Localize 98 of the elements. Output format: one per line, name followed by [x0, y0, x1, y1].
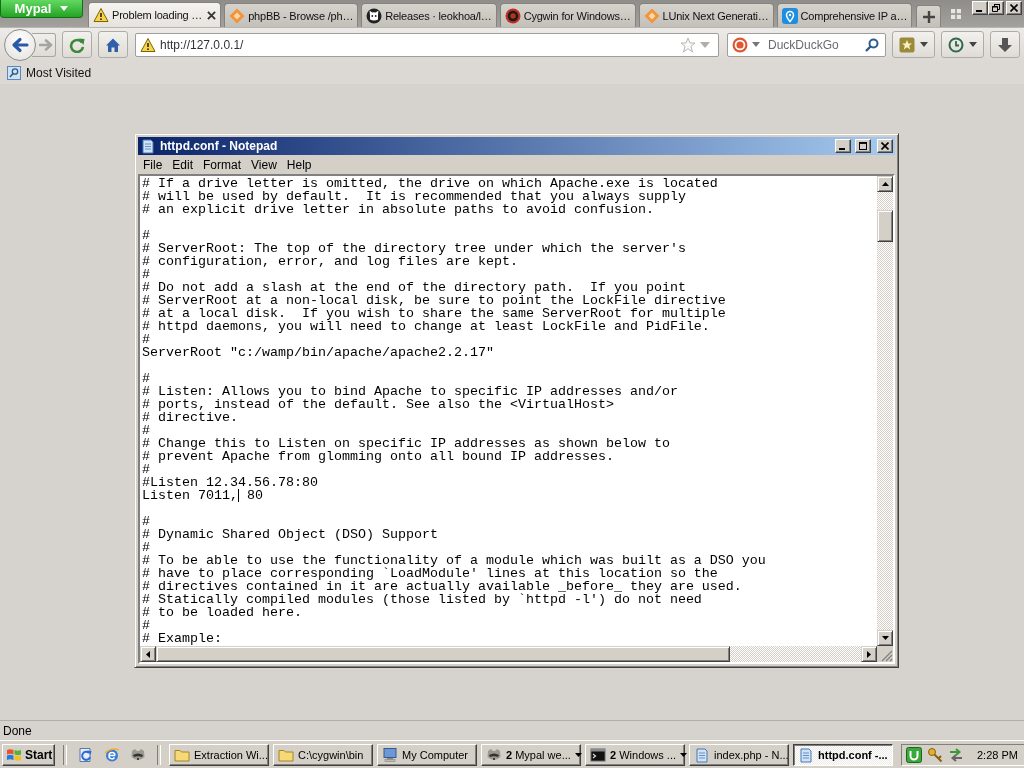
- ring-icon[interactable]: [732, 36, 748, 53]
- diamond-icon: [643, 7, 660, 24]
- triangle-right-icon: [867, 650, 871, 658]
- arrow-left-icon: [11, 36, 29, 53]
- new-tab-button[interactable]: [916, 5, 942, 27]
- search-bar[interactable]: DuckDuckGo: [727, 32, 886, 57]
- browser-tab[interactable]: Cygwin for Windows…: [499, 3, 636, 27]
- address-bar[interactable]: http://127.0.0.1/: [135, 32, 719, 57]
- browser-tab[interactable]: Releases · leokhoa/l…: [361, 3, 497, 27]
- arrow-down-icon: [997, 36, 1013, 53]
- notepad-icon: [140, 138, 156, 154]
- taskbar-button[interactable]: httpd.conf -...: [793, 743, 893, 766]
- caret-icon: [60, 6, 69, 11]
- arrow-right-icon: [38, 37, 53, 52]
- clock-icon: [948, 36, 964, 53]
- globe-icon[interactable]: [104, 746, 120, 763]
- notepad-icon: [694, 746, 710, 763]
- animal-face-icon[interactable]: [130, 746, 146, 763]
- address-field[interactable]: http://127.0.0.1/: [160, 37, 676, 52]
- maximize-icon: [859, 142, 867, 150]
- warning-icon: [140, 36, 156, 53]
- close-icon: [1010, 4, 1018, 12]
- caret-icon: [920, 42, 928, 47]
- restore-button[interactable]: [988, 1, 1004, 15]
- page-refresh-icon[interactable]: [78, 746, 94, 763]
- ring-icon: [504, 7, 521, 24]
- computer-icon: [382, 746, 398, 763]
- editor-text: Listen 7011,: [142, 489, 238, 502]
- menu-item[interactable]: Edit: [167, 157, 199, 172]
- clock-time: 2:28 PM: [977, 748, 1018, 761]
- menu-item[interactable]: View: [246, 157, 282, 172]
- arrows-icon[interactable]: [948, 746, 964, 763]
- scroll-up-button[interactable]: [877, 176, 893, 192]
- editor-text: # If a drive letter is omitted, the drive on which Apache.exe is located # will be used by default. It is recommended that you always supply # an explicit drive letter in absolute paths to avoid confusion. # # ServerRoot: The top of the directory tree under which the server's # configuration, error, and log files are kept. # # Do not add a slash at the end of the directory path. If you point # ServerRoot at a non-local disk, be sure to point the LockFile directive # at a local disk. If you wish to share the same ServerRoot for multiple # httpd daemons, you will need to change at least LockFile and PidFile. # ServerRoot "c:/wamp/bin/apache/apache2.2.17" # # Listen: Allows you to bind Apache to specific IP addresses and/or # ports, instead of the default. See also the <VirtualHost> # directive. # # Change this to Listen on specific IP addresses as shown below to # prevent Apache from glomming onto all bound IP addresses. # #Listen 12.34.56.78:80: [142, 177, 727, 489]
- menu-item[interactable]: File: [138, 157, 168, 172]
- taskbar-button[interactable]: My Computer: [377, 743, 477, 766]
- menu-item[interactable]: Format: [198, 157, 247, 172]
- text-caret-icon: [238, 489, 239, 502]
- console-icon: [590, 746, 606, 763]
- star-tile-icon: [899, 36, 915, 53]
- home-button[interactable]: [98, 31, 128, 58]
- bookmark-item[interactable]: Most Visited: [4, 64, 95, 81]
- taskbar-button[interactable]: Extraction Wi...: [169, 743, 269, 766]
- minimize-button[interactable]: [835, 139, 851, 153]
- notepad-icon: [798, 746, 814, 763]
- caret-icon[interactable]: [752, 42, 760, 47]
- cat-head-icon: [366, 7, 383, 24]
- scroll-down-button[interactable]: [877, 630, 893, 646]
- taskbar-button[interactable]: 2 Mypal we...: [481, 743, 581, 766]
- diamond-icon: [229, 7, 246, 24]
- status-text: Done: [3, 723, 32, 738]
- taskbar-button[interactable]: C:\cygwin\bin: [273, 743, 373, 766]
- horseshoe-tile-icon[interactable]: [906, 746, 922, 763]
- scroll-left-button[interactable]: [140, 646, 156, 662]
- taskbar-button[interactable]: 2 Windows ...: [585, 743, 685, 766]
- scrollbar-thumb[interactable]: [156, 646, 730, 662]
- map-pin-icon: [781, 7, 798, 24]
- caret-icon: [969, 42, 977, 47]
- bookmarks-button[interactable]: [892, 31, 935, 58]
- window-title: httpd.conf - Notepad: [160, 139, 278, 153]
- back-button[interactable]: [4, 28, 36, 61]
- close-icon: [881, 142, 889, 150]
- restore-icon: [992, 4, 1000, 12]
- key-icon[interactable]: [927, 746, 943, 763]
- reload-button[interactable]: [62, 31, 92, 58]
- start-button[interactable]: Start: [2, 743, 55, 766]
- animal-face-icon: [486, 746, 502, 763]
- flag-icon: [6, 746, 22, 763]
- browser-tab[interactable]: Comprehensive IP a…: [776, 3, 913, 27]
- menu-item[interactable]: Help: [281, 157, 317, 172]
- star-icon[interactable]: [680, 36, 696, 53]
- browser-tab[interactable]: Problem loading …: [88, 2, 222, 27]
- browser-tab[interactable]: LUnix Next Generati…: [638, 3, 774, 27]
- house-icon: [105, 36, 121, 53]
- search-field[interactable]: DuckDuckGo: [764, 37, 861, 52]
- triangle-left-icon: [146, 650, 150, 658]
- warning-icon: [93, 7, 109, 23]
- browser-tab[interactable]: phpBB - Browse /ph…: [224, 3, 359, 27]
- magnifier-tile-icon: [7, 65, 21, 80]
- plus-icon: [922, 10, 935, 23]
- close-button[interactable]: [877, 139, 893, 153]
- scroll-right-button[interactable]: [861, 646, 877, 662]
- triangle-up-icon: [881, 182, 889, 186]
- scrollbar-thumb[interactable]: [877, 210, 893, 242]
- close-icon[interactable]: [207, 10, 217, 20]
- search-icon[interactable]: [865, 37, 879, 52]
- history-button[interactable]: [941, 31, 984, 58]
- text-editor-field[interactable]: [140, 176, 877, 646]
- taskbar-button[interactable]: index.php - N...: [689, 743, 789, 766]
- reload-icon: [69, 36, 85, 53]
- editor-text: # # Dynamic Shared Object (DSO) Support # # To be able to use the functionality of a module which was built as a DSO you # have to place corresponding `LoadModule' lines at this location so the # directives contained in it are actually available _before_ they are used. # Statically compiled modules (those listed by `httpd -l') do not need # to be loaded here. # # Example:: [142, 513, 767, 645]
- resize-grip-icon[interactable]: [881, 650, 893, 662]
- triangle-down-icon: [881, 636, 889, 640]
- minimize-button[interactable]: [972, 1, 988, 15]
- editor-text: 80: [245, 489, 263, 502]
- maximize-button[interactable]: [855, 139, 871, 153]
- downloads-button[interactable]: [990, 31, 1020, 58]
- close-button[interactable]: [1006, 1, 1022, 15]
